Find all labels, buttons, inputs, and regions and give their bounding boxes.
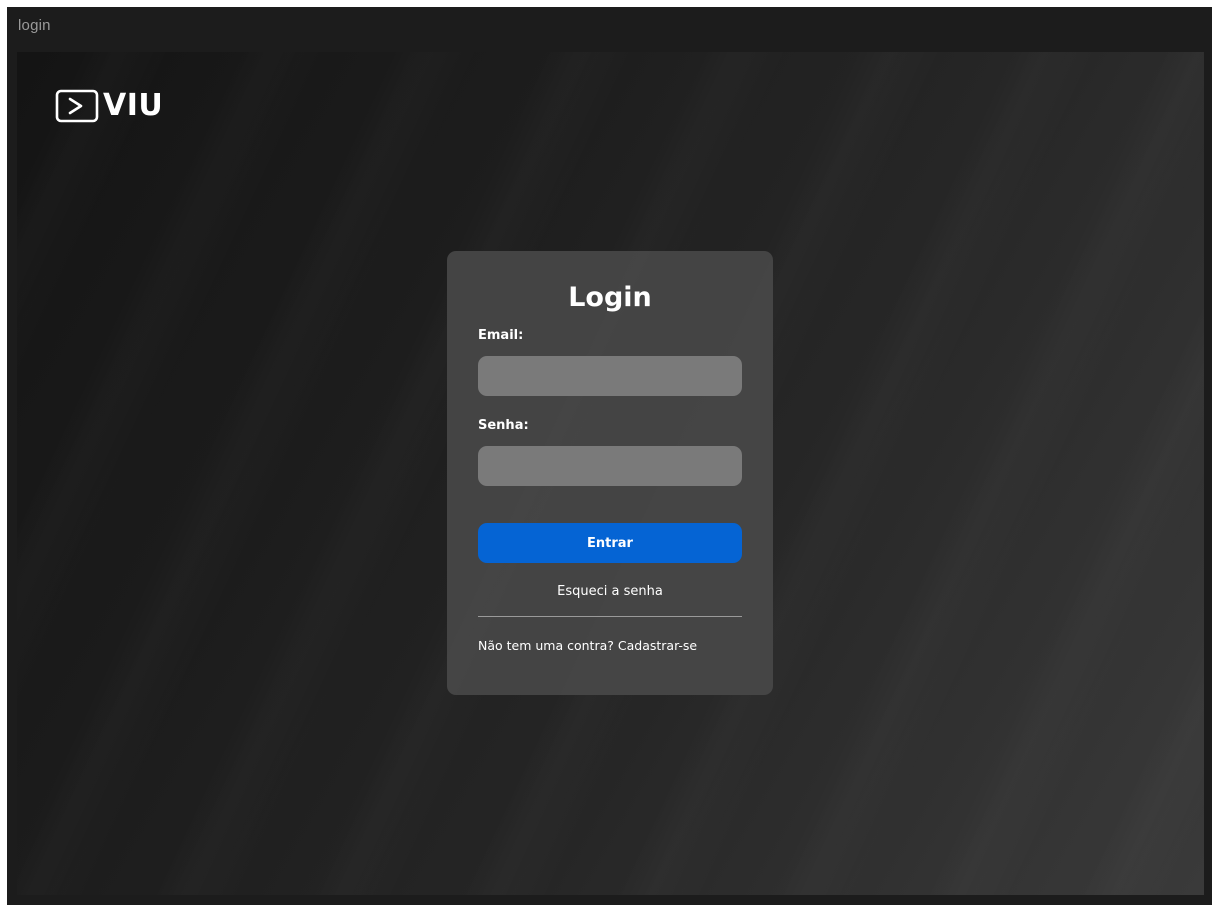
login-button[interactable]: Entrar	[478, 523, 742, 563]
brand-name: VIU	[103, 88, 164, 123]
play-box-icon	[55, 89, 99, 123]
signup-link[interactable]: Cadastrar-se	[618, 638, 697, 653]
login-card: Login Email: Senha: Entrar Esqueci a sen…	[447, 251, 773, 695]
window-title: login	[18, 17, 51, 34]
brand-logo[interactable]: VIU	[55, 89, 163, 123]
signup-line: Não tem uma contra? Cadastrar-se	[478, 637, 742, 655]
signup-prompt: Não tem uma contra?	[478, 638, 614, 653]
login-page: VIU Login Email: Senha: Entrar Esqueci a…	[17, 52, 1204, 895]
password-input[interactable]	[478, 446, 742, 486]
email-label: Email:	[478, 328, 524, 343]
email-input[interactable]	[478, 356, 742, 396]
forgot-password-link[interactable]: Esqueci a senha	[478, 583, 742, 601]
login-title: Login	[568, 282, 652, 313]
password-label: Senha:	[478, 418, 529, 433]
app-window: login VIU Login Email: Senha: Entrar Esq…	[7, 7, 1212, 905]
divider	[478, 616, 742, 617]
